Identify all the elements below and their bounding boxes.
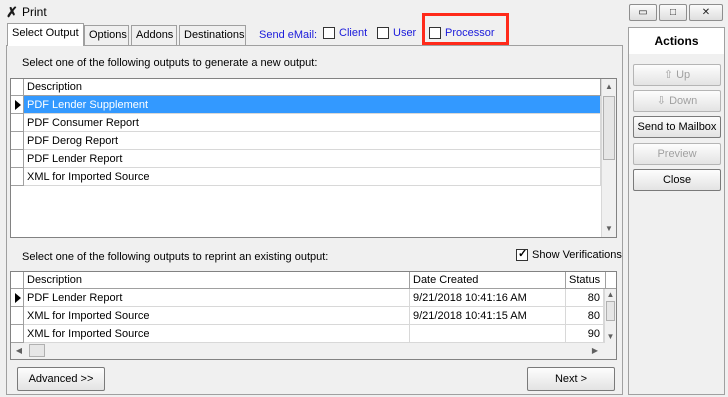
down-button[interactable]: ⇩ Down — [633, 90, 721, 112]
reprint-hscroll[interactable]: ◀ ▶ — [11, 343, 616, 359]
close-button[interactable]: Close — [633, 169, 721, 191]
scroll-up-icon[interactable]: ▲ — [605, 289, 616, 301]
reprint-vscroll[interactable]: ▲ ▼ — [604, 289, 616, 343]
up-button[interactable]: ⇧ Up — [633, 64, 721, 86]
show-verifications-checkbox[interactable]: Show Verifications — [516, 247, 622, 261]
scroll-down-icon[interactable]: ▼ — [602, 221, 616, 237]
row-indicator — [11, 325, 24, 343]
col-description[interactable]: Description — [24, 79, 601, 96]
table-row[interactable]: XML for Imported Source 9/21/2018 10:41:… — [11, 307, 604, 325]
row-description[interactable]: PDF Lender Report — [24, 150, 601, 168]
close-window-button[interactable]: ✕ — [689, 4, 723, 21]
row-status[interactable]: 90 — [566, 325, 604, 343]
row-indicator — [11, 150, 24, 168]
maximize-button[interactable]: □ — [659, 4, 687, 21]
row-description[interactable]: PDF Derog Report — [24, 132, 601, 150]
tab-select-output[interactable]: Select Output — [7, 23, 84, 46]
col-date-created[interactable]: Date Created — [410, 272, 566, 289]
advanced-button[interactable]: Advanced >> — [17, 367, 105, 391]
row-description[interactable]: XML for Imported Source — [24, 325, 410, 343]
show-verifications-checkbox-box[interactable] — [516, 247, 528, 261]
row-indicator — [11, 289, 24, 307]
up-button-label: Up — [676, 69, 691, 81]
table-row[interactable]: PDF Lender Report — [11, 150, 601, 168]
client-checkbox-label: Client — [339, 27, 368, 39]
new-output-grid: Description PDF Lender Supplement PDF Co… — [10, 78, 617, 238]
tab-options[interactable]: Options — [84, 25, 129, 45]
row-date-created[interactable]: 9/21/2018 10:41:15 AM — [410, 307, 566, 325]
tab-addons[interactable]: Addons — [131, 25, 177, 45]
new-output-vscroll[interactable]: ▲ ▼ — [601, 79, 616, 237]
client-checkbox[interactable]: Client — [323, 27, 367, 39]
scroll-thumb[interactable] — [606, 301, 615, 321]
scroll-left-icon[interactable]: ◀ — [13, 343, 25, 359]
next-button[interactable]: Next > — [527, 367, 615, 391]
row-date-created[interactable]: 9/21/2018 10:41:16 AM — [410, 289, 566, 307]
col-description[interactable]: Description — [24, 272, 410, 289]
down-button-label: Down — [669, 95, 698, 107]
row-description[interactable]: PDF Lender Supplement — [24, 96, 601, 114]
col-status[interactable]: Status — [566, 272, 606, 289]
row-indicator-header — [11, 79, 24, 96]
reprint-grid: Description Date Created Status PDF Lend… — [10, 271, 617, 360]
user-checkbox[interactable]: User — [377, 27, 416, 39]
row-status[interactable]: 80 — [566, 307, 604, 325]
table-row[interactable]: XML for Imported Source 90 — [11, 325, 604, 343]
row-status[interactable]: 80 — [566, 289, 604, 307]
table-row[interactable]: PDF Lender Supplement — [11, 96, 601, 114]
window-title: Print — [22, 5, 47, 19]
scroll-thumb[interactable] — [603, 96, 615, 160]
table-row[interactable]: PDF Derog Report — [11, 132, 601, 150]
row-indicator-header — [11, 272, 24, 289]
table-row[interactable]: PDF Lender Report 9/21/2018 10:41:16 AM … — [11, 289, 604, 307]
minimize-button[interactable]: ▭ — [629, 4, 657, 21]
user-checkbox-label: User — [393, 27, 417, 39]
row-date-created[interactable] — [410, 325, 566, 343]
row-indicator — [11, 132, 24, 150]
tab-destinations[interactable]: Destinations — [179, 25, 246, 45]
new-output-grid-header: Description — [11, 79, 601, 96]
row-indicator — [11, 96, 24, 114]
title-bar: ✗ Print ▭ □ ✕ — [0, 0, 728, 24]
scroll-up-icon[interactable]: ▲ — [602, 79, 616, 95]
reprint-prompt: Select one of the following outputs to r… — [22, 251, 329, 263]
send-to-mailbox-button[interactable]: Send to Mailbox — [633, 116, 721, 138]
row-indicator — [11, 114, 24, 132]
arrow-down-icon: ⇩ — [656, 95, 667, 107]
arrow-up-icon: ⇧ — [663, 69, 674, 81]
scroll-right-icon[interactable]: ▶ — [589, 343, 601, 359]
scroll-down-icon[interactable]: ▼ — [605, 331, 616, 343]
row-indicator — [11, 168, 24, 186]
client-checkbox-box[interactable] — [323, 27, 335, 39]
new-output-prompt: Select one of the following outputs to g… — [22, 57, 318, 69]
row-description[interactable]: PDF Consumer Report — [24, 114, 601, 132]
row-description[interactable]: XML for Imported Source — [24, 168, 601, 186]
show-verifications-label: Show Verifications — [532, 249, 622, 261]
table-row[interactable]: PDF Consumer Report — [11, 114, 601, 132]
row-description[interactable]: XML for Imported Source — [24, 307, 410, 325]
highlight-annotation — [422, 13, 509, 45]
row-description[interactable]: PDF Lender Report — [24, 289, 410, 307]
actions-title: Actions — [629, 28, 724, 54]
send-email-label: Send eMail: — [259, 29, 318, 41]
table-row[interactable]: XML for Imported Source — [11, 168, 601, 186]
row-indicator — [11, 307, 24, 325]
user-checkbox-box[interactable] — [377, 27, 389, 39]
reprint-grid-header: Description Date Created Status — [11, 272, 616, 289]
preview-button[interactable]: Preview — [633, 143, 721, 165]
app-icon: ✗ — [6, 4, 18, 20]
scroll-thumb[interactable] — [29, 344, 45, 357]
